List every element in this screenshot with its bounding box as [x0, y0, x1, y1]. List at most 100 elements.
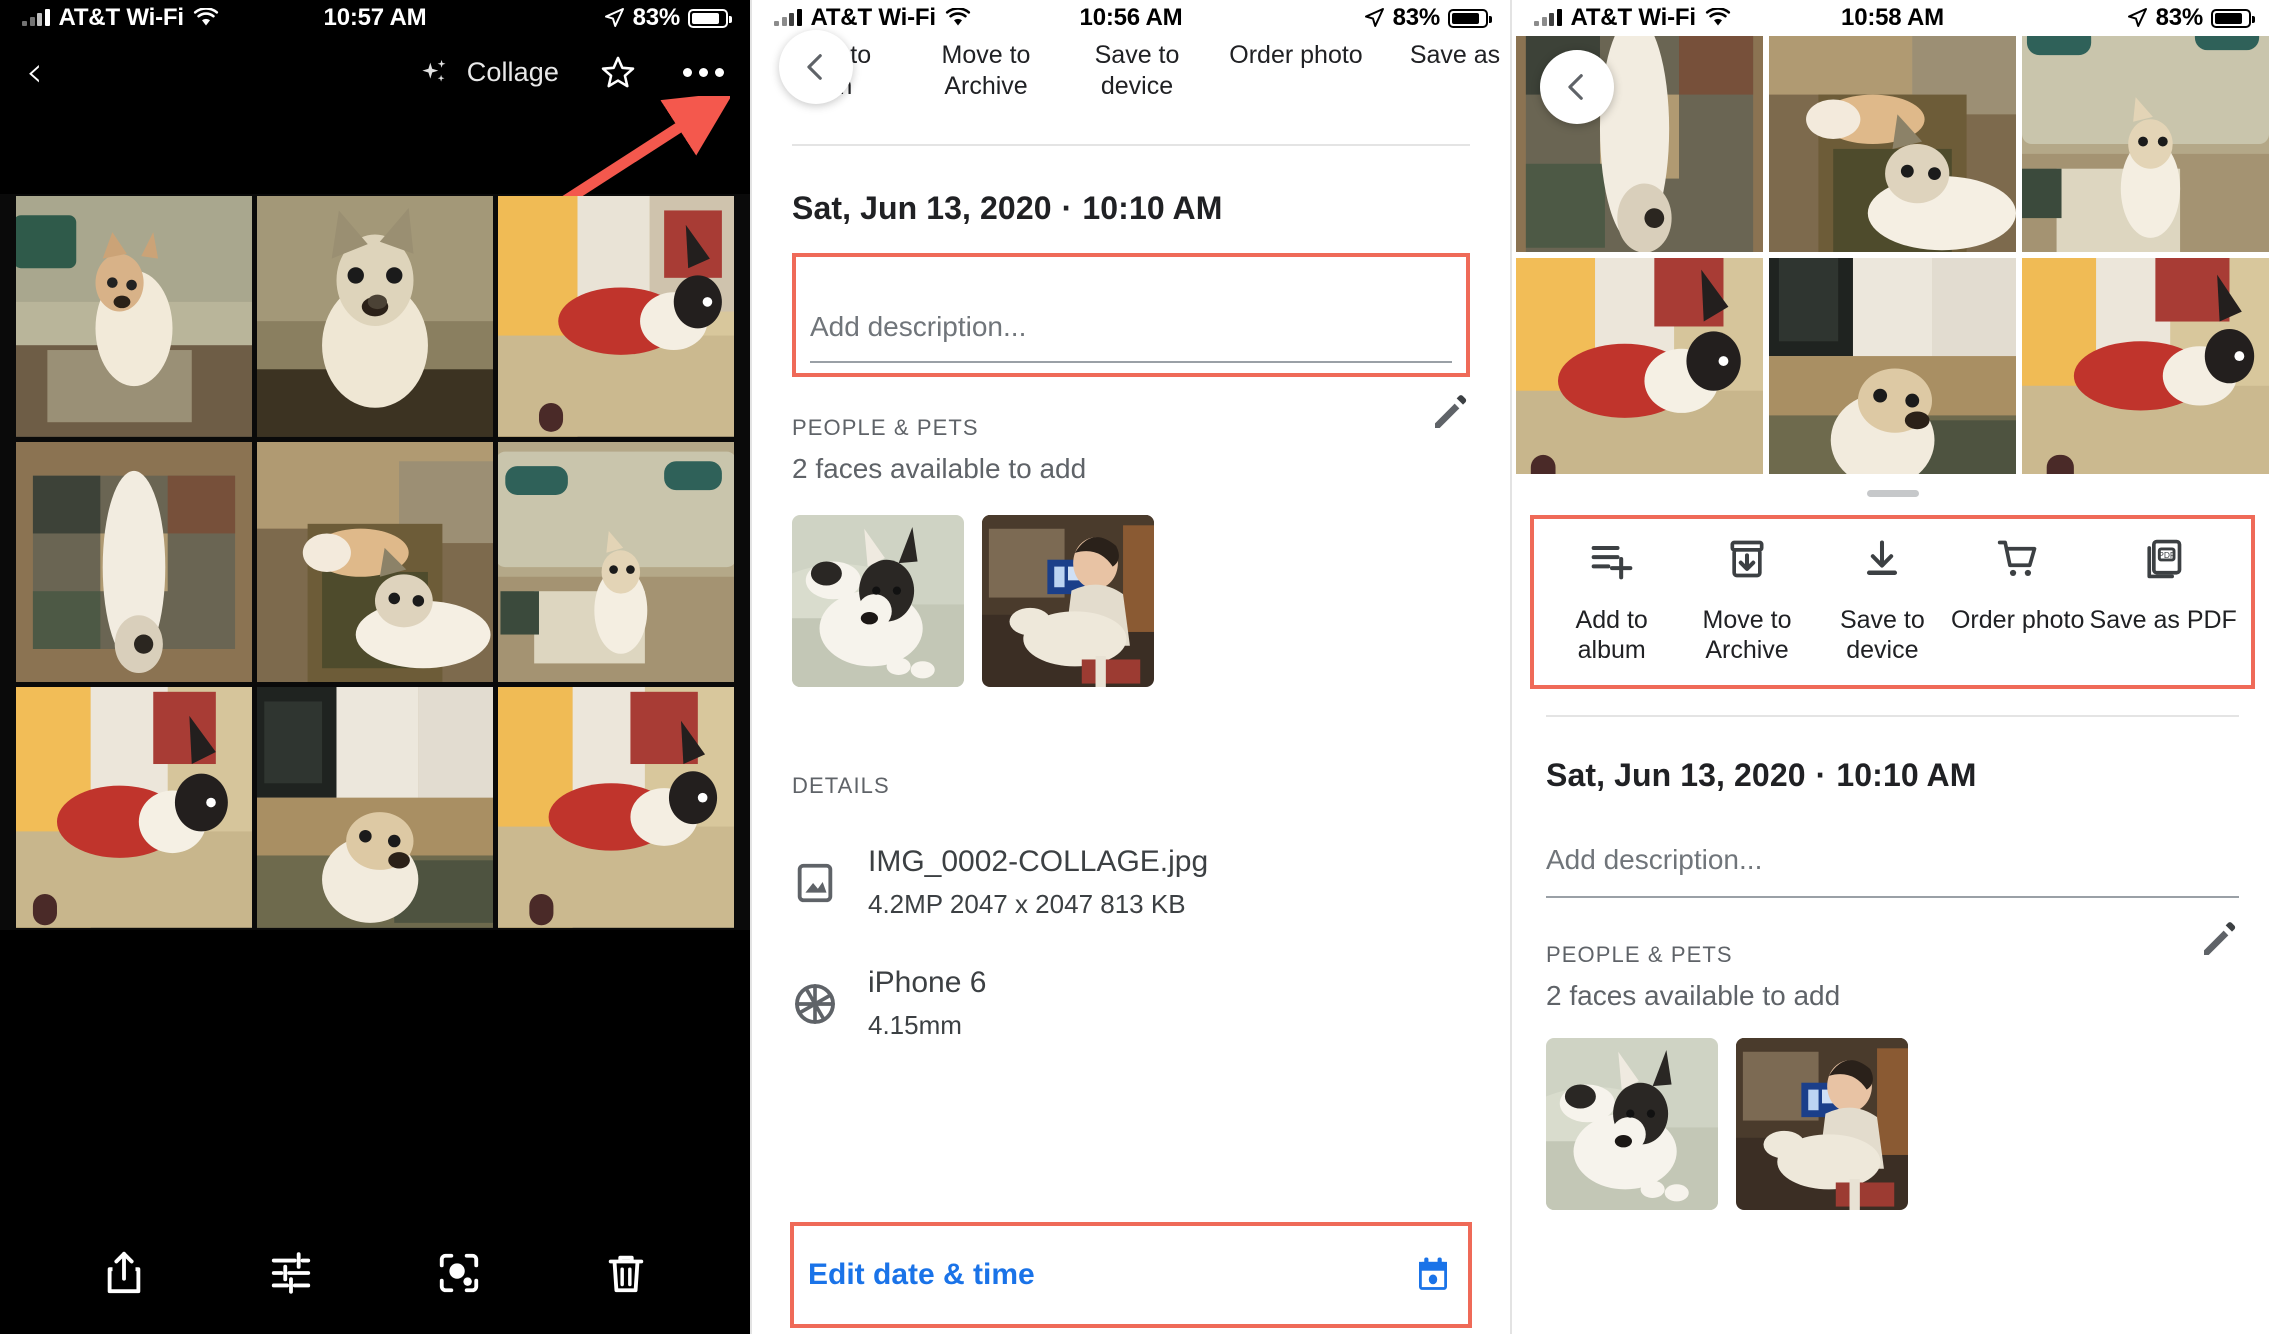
- action-save-to-device[interactable]: Save to device: [1062, 36, 1212, 101]
- star-outline-icon[interactable]: [600, 54, 636, 90]
- collage-cell[interactable]: [16, 196, 252, 437]
- action-add-to-album[interactable]: Add to album: [1544, 533, 1679, 665]
- collage-cell[interactable]: [257, 687, 493, 928]
- action-label-line1: Move to: [941, 41, 1031, 69]
- preview-cell[interactable]: [2022, 36, 2269, 252]
- action-label: Save as PDF: [2085, 605, 2241, 635]
- action-label: Move to Archive: [1679, 605, 1814, 665]
- cellular-signal-icon: [774, 9, 802, 26]
- delete-icon[interactable]: [603, 1250, 649, 1296]
- action-label-line1: Save as PDF: [2089, 606, 2237, 634]
- action-label-line1: Save to: [1094, 41, 1180, 69]
- action-label-line2: Archive: [944, 71, 1028, 100]
- action-label-line2: Archive: [1705, 636, 1789, 664]
- status-bar-left: AT&T Wi-Fi: [22, 4, 219, 32]
- face-thumbnails: [1546, 1038, 2239, 1210]
- info-body: Sat, Jun 13, 2020 · 10:10 AM Add descripti…: [1512, 757, 2273, 1210]
- collage-preview-grid[interactable]: [1512, 36, 2273, 474]
- collage-cell[interactable]: [16, 441, 252, 683]
- quick-actions-row: Add to album Move to Archive Save to dev…: [1544, 533, 2241, 665]
- preview-cell[interactable]: [2022, 258, 2269, 474]
- wifi-icon: [193, 8, 218, 26]
- back-button[interactable]: [1540, 50, 1614, 124]
- location-arrow-icon: [604, 8, 624, 27]
- pdf-icon: PDF: [2085, 533, 2241, 585]
- battery-percent-label: 83%: [1392, 4, 1441, 31]
- status-bar-panel3: AT&T Wi-Fi 10:58 AM 83%: [1512, 0, 2273, 36]
- action-order-photo[interactable]: Order photo: [1212, 36, 1380, 71]
- action-save-as-pdf[interactable]: Save as: [1380, 36, 1510, 71]
- location-arrow-icon: [2127, 8, 2147, 27]
- status-bar-panel2: AT&T Wi-Fi 10:56 AM 83%: [752, 0, 1510, 36]
- camera-model: iPhone 6: [868, 966, 987, 999]
- preview-cell[interactable]: [1769, 258, 2016, 474]
- description-highlight-box: Add description...: [792, 253, 1470, 377]
- share-icon[interactable]: [101, 1250, 147, 1296]
- action-label: Save to device: [1815, 605, 1950, 665]
- photo-time: 10:10 AM: [1836, 757, 1977, 793]
- face-thumbnail-dog[interactable]: [1546, 1038, 1718, 1210]
- action-save-to-device[interactable]: Save to device: [1815, 533, 1950, 665]
- status-bar-right: 83%: [603, 4, 732, 32]
- collage-cell[interactable]: [498, 687, 734, 928]
- image-icon: [797, 863, 833, 902]
- photo-time: 10:10 AM: [1082, 190, 1223, 226]
- status-bar-left: AT&T Wi-Fi: [774, 4, 971, 32]
- wifi-icon: [945, 8, 970, 26]
- collage-cell[interactable]: [257, 441, 493, 683]
- download-icon: [1815, 533, 1950, 585]
- people-pets-header: PEOPLE & PETS 2 faces available to add: [1546, 904, 2239, 1012]
- chevron-left-icon: [1568, 74, 1583, 100]
- description-input[interactable]: Add description...: [810, 281, 1452, 363]
- file-name: IMG_0002-COLLAGE.jpg: [868, 845, 1209, 878]
- action-save-as-pdf[interactable]: PDF Save as PDF: [2085, 533, 2241, 665]
- tune-icon[interactable]: [268, 1250, 314, 1296]
- photo-date: Sat, Jun 13, 2020: [1546, 757, 1806, 793]
- collage-cell[interactable]: [16, 687, 252, 928]
- collage-cell[interactable]: [498, 441, 734, 683]
- collage-cell[interactable]: [257, 196, 493, 437]
- battery-percent-label: 83%: [632, 4, 681, 31]
- face-thumbnail-person[interactable]: [1736, 1038, 1908, 1210]
- back-button[interactable]: ‹: [26, 51, 43, 93]
- battery-icon: [2211, 8, 2255, 28]
- quick-actions-highlight-box: Add to album Move to Archive Save to dev…: [1530, 515, 2255, 689]
- photo-datetime: Sat, Jun 13, 2020 · 10:10 AM: [792, 190, 1470, 227]
- info-sheet-body: Sat, Jun 13, 2020 · 10:10 AM Add descripti…: [752, 190, 1510, 1041]
- pencil-icon[interactable]: [1430, 393, 1470, 433]
- collage-photo-grid[interactable]: [0, 194, 750, 930]
- description-input[interactable]: Add description...: [1546, 810, 2239, 898]
- people-pets-label: PEOPLE & PETS: [792, 415, 979, 440]
- action-label-line2: album: [1577, 636, 1646, 664]
- face-thumbnail-person[interactable]: [982, 515, 1154, 687]
- pencil-icon[interactable]: [2199, 920, 2239, 960]
- location-arrow-icon: [1364, 8, 1384, 27]
- action-label-line1: Order photo: [1950, 606, 2085, 634]
- action-label-line1: Move to: [1702, 606, 1792, 634]
- divider: [792, 144, 1470, 146]
- focal-length: 4.15mm: [868, 1010, 962, 1040]
- more-horizontal-icon[interactable]: [683, 67, 724, 77]
- panel-photo-info-sheet: AT&T Wi-Fi 10:56 AM 83% Add to um: [750, 0, 1510, 1334]
- face-thumbnails: [792, 515, 1470, 687]
- preview-cell[interactable]: [1769, 36, 2016, 252]
- people-pets-subtitle: 2 faces available to add: [1546, 980, 1841, 1011]
- divider: [1546, 715, 2239, 717]
- lens-icon[interactable]: [436, 1250, 482, 1296]
- quick-actions-row-clipped: Add to um Move to Archive Save to device…: [752, 36, 1510, 122]
- action-move-to-archive[interactable]: Move to Archive: [910, 36, 1062, 101]
- action-order-photo[interactable]: Order photo: [1950, 533, 2085, 665]
- collage-cell[interactable]: [498, 196, 734, 437]
- preview-cell[interactable]: [1516, 258, 1763, 474]
- battery-percent-label: 83%: [2155, 4, 2204, 31]
- photo-date: Sat, Jun 13, 2020: [792, 190, 1052, 226]
- back-button[interactable]: [779, 30, 853, 104]
- battery-icon: [1448, 8, 1492, 28]
- carrier-label: AT&T Wi-Fi: [810, 4, 937, 31]
- action-move-to-archive[interactable]: Move to Archive: [1679, 533, 1814, 665]
- edit-date-time-button[interactable]: Edit date & time: [808, 1244, 1454, 1306]
- drag-handle[interactable]: [1866, 490, 1919, 497]
- carrier-label: AT&T Wi-Fi: [58, 4, 185, 31]
- details-row-file: IMG_0002-COLLAGE.jpg 4.2MP 2047 x 2047 8…: [792, 845, 1470, 920]
- face-thumbnail-dog[interactable]: [792, 515, 964, 687]
